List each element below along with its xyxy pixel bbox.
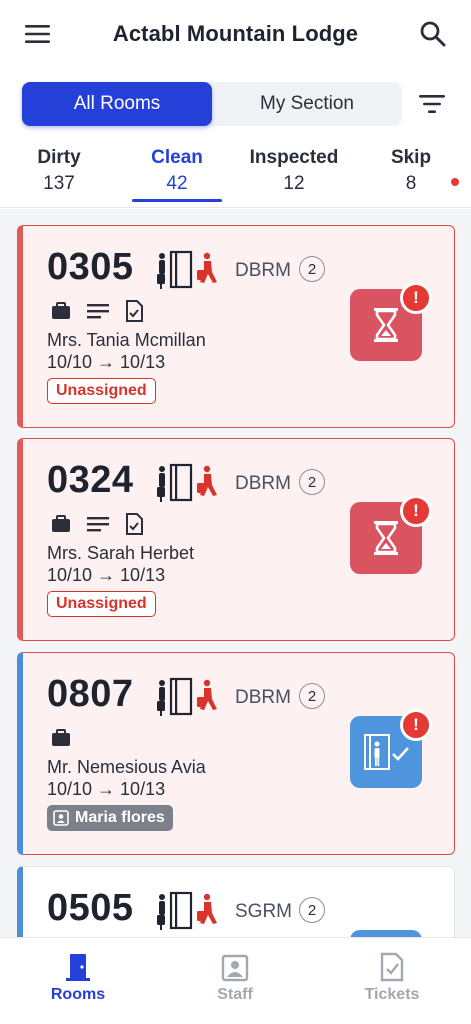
room-card[interactable]: 0305 DBRM 2 Mrs. Tania Mcmillan 10/10 → …	[17, 225, 455, 428]
hamburger-icon	[25, 25, 50, 43]
nav-label: Staff	[217, 986, 253, 1003]
filter-icon	[419, 95, 445, 113]
hourglass-icon	[374, 308, 398, 342]
stay-dates: 10/10 → 10/13	[47, 565, 166, 585]
briefcase-icon	[52, 515, 70, 532]
search-icon	[420, 21, 446, 47]
tab-dirty[interactable]: Dirty 137	[36, 146, 82, 198]
room-card[interactable]: 0505 SGRM 2	[17, 866, 455, 937]
guest-name: Mr. Nemesious Avia	[47, 757, 206, 777]
room-number: 0807	[47, 673, 134, 715]
checklist-icon	[126, 513, 143, 535]
briefcase-icon	[52, 729, 70, 746]
tab-count: 42	[166, 173, 188, 194]
view-segmented-control: All Rooms My Section	[22, 82, 402, 126]
room-feature-icons	[51, 300, 143, 322]
room-number: 0505	[47, 887, 134, 929]
assigned-staff-name: Maria flores	[75, 809, 165, 826]
room-type: SGRM	[235, 901, 292, 922]
room-card[interactable]: 0807 DBRM 2 Mr. Nemesious Avia 10/10 → 1…	[17, 652, 455, 855]
assignment-tag[interactable]: Unassigned	[47, 591, 156, 617]
menu-button[interactable]	[18, 14, 58, 54]
stay-dates: 10/10 → 10/13	[47, 779, 166, 799]
tab-label: Inspected	[249, 147, 339, 168]
nav-tickets[interactable]: Tickets	[342, 950, 442, 1004]
room-type: DBRM	[235, 473, 291, 494]
tab-count: 12	[283, 173, 305, 194]
tab-clean[interactable]: Clean 42	[132, 146, 222, 202]
room-number: 0324	[47, 459, 134, 501]
filter-button[interactable]	[412, 84, 452, 124]
tab-count: 8	[405, 173, 417, 194]
room-type: DBRM	[235, 687, 291, 708]
guest-departing-icon	[157, 463, 217, 502]
room-number: 0305	[47, 246, 134, 288]
notes-icon	[87, 517, 109, 532]
view-toggle-row: All Rooms My Section	[22, 82, 452, 126]
nav-label: Tickets	[364, 986, 420, 1003]
guest-name: Mrs. Tania Mcmillan	[47, 330, 206, 350]
room-status-button[interactable]	[350, 930, 422, 937]
door-icon	[66, 954, 90, 981]
guest-departing-icon	[157, 677, 217, 716]
guest-count-badge: 2	[299, 256, 325, 282]
assigned-staff-tag[interactable]: Maria flores	[47, 805, 173, 831]
tab-label: Clean	[151, 147, 203, 168]
hourglass-icon	[374, 521, 398, 555]
assignment-tag[interactable]: Unassigned	[47, 378, 156, 404]
tab-count: 137	[43, 173, 75, 194]
guest-name: Mrs. Sarah Herbet	[47, 543, 195, 563]
notes-icon	[87, 304, 109, 319]
ticket-icon	[380, 952, 404, 982]
room-feature-icons	[51, 727, 71, 749]
status-tabs: Dirty 137 Clean 42 Inspected 12 Skip 8	[0, 146, 471, 208]
room-feature-icons	[51, 513, 143, 535]
app-root: Actabl Mountain Lodge All Rooms My Secti…	[0, 0, 471, 1024]
alert-badge: !	[400, 495, 432, 527]
nav-rooms[interactable]: Rooms	[28, 950, 128, 1004]
app-header: Actabl Mountain Lodge	[0, 0, 471, 68]
nav-staff[interactable]: Staff	[185, 950, 285, 1004]
inspected-door-icon	[364, 734, 409, 770]
skip-notification-dot	[451, 178, 459, 186]
all-rooms-tab[interactable]: All Rooms	[22, 82, 212, 126]
guest-departing-icon	[157, 250, 217, 289]
guest-count-badge: 2	[299, 469, 325, 495]
alert-badge: !	[400, 709, 432, 741]
room-type: DBRM	[235, 260, 291, 281]
bottom-navigation: Rooms Staff Tickets	[0, 937, 471, 1024]
my-section-tab[interactable]: My Section	[212, 82, 402, 126]
nav-label: Rooms	[50, 986, 106, 1003]
staff-badge-icon	[53, 810, 69, 826]
staff-badge-icon	[221, 954, 249, 982]
briefcase-icon	[52, 302, 70, 319]
guest-count-badge: 2	[299, 897, 325, 923]
checklist-icon	[126, 300, 143, 322]
tab-label: Skip	[390, 147, 432, 168]
room-list[interactable]: 0305 DBRM 2 Mrs. Tania Mcmillan 10/10 → …	[0, 209, 471, 937]
guest-count-badge: 2	[299, 683, 325, 709]
search-button[interactable]	[413, 14, 453, 54]
room-card[interactable]: 0324 DBRM 2 Mrs. Sarah Herbet 10/10 → 10…	[17, 438, 455, 641]
page-title: Actabl Mountain Lodge	[112, 21, 359, 46]
tab-label: Dirty	[37, 147, 81, 168]
stay-dates: 10/10 → 10/13	[47, 352, 166, 372]
alert-badge: !	[400, 282, 432, 314]
tab-inspected[interactable]: Inspected 12	[248, 146, 340, 198]
tab-skip[interactable]: Skip 8	[390, 146, 432, 198]
guest-departing-icon	[157, 891, 217, 930]
